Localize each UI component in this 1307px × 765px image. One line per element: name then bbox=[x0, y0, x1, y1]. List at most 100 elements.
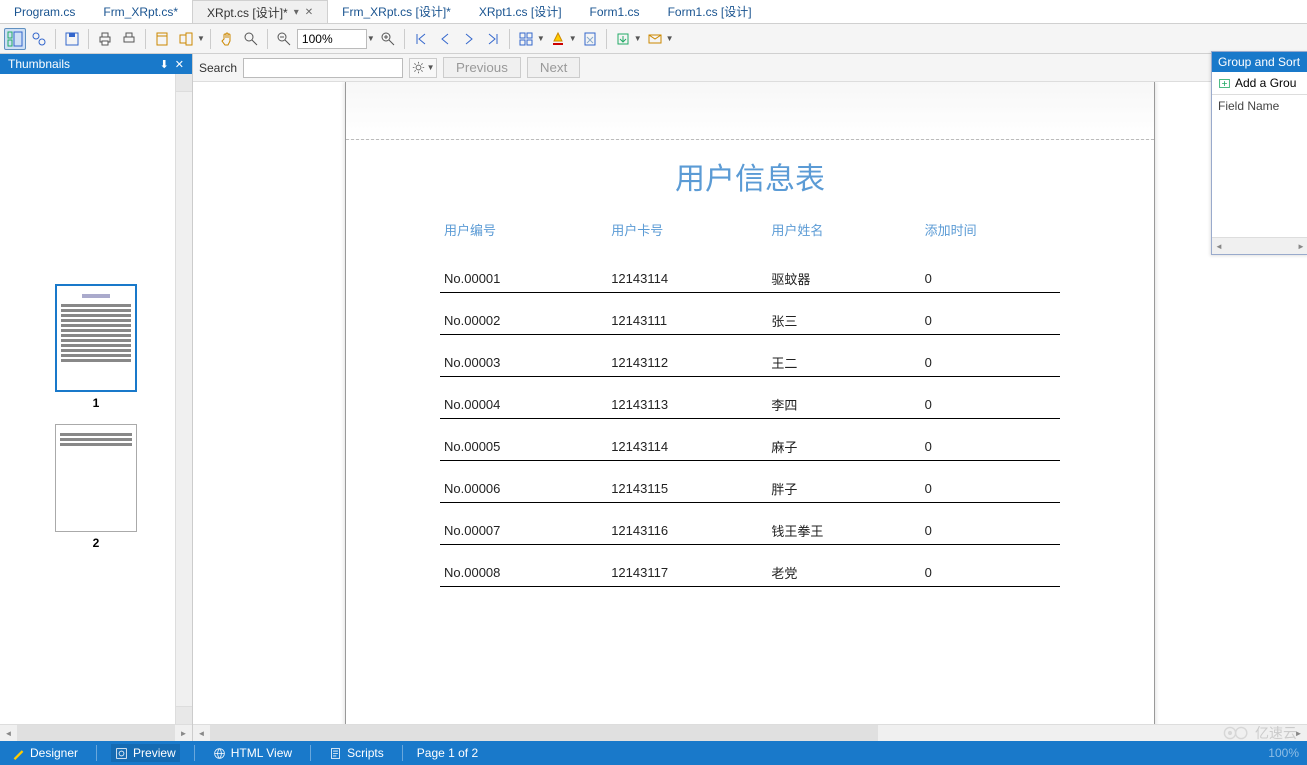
group-sort-hscrollbar[interactable] bbox=[1212, 237, 1307, 254]
table-row: No.0000812143117老党0 bbox=[440, 545, 1060, 587]
thumbnail-label-2: 2 bbox=[0, 536, 192, 550]
first-page-icon[interactable] bbox=[410, 28, 432, 50]
thumbnail-label-1: 1 bbox=[0, 396, 192, 410]
email-dropdown-icon[interactable]: ▼ bbox=[666, 34, 674, 43]
thumbnails-toggle-icon[interactable] bbox=[4, 28, 26, 50]
magnifier-icon[interactable] bbox=[240, 28, 262, 50]
scripts-tab[interactable]: Scripts bbox=[325, 744, 388, 762]
search-settings-button[interactable]: ▼ bbox=[409, 58, 437, 78]
thumbnails-panel: Thumbnails ⬇ ✕ 1 2 bbox=[0, 54, 193, 741]
field-name-cell[interactable]: Field Name bbox=[1212, 94, 1307, 117]
zoom-out-icon[interactable] bbox=[273, 28, 295, 50]
table-cell: 0 bbox=[921, 461, 1060, 503]
preview-icon bbox=[115, 747, 128, 760]
table-cell: 驱蚊器 bbox=[767, 251, 920, 293]
export-icon[interactable] bbox=[612, 28, 634, 50]
thumbnails-scrollbar[interactable] bbox=[175, 74, 192, 724]
table-cell: 胖子 bbox=[767, 461, 920, 503]
main-toolbar: ▼ ▼ ▼ ▼ ▼ ▼ bbox=[0, 24, 1307, 54]
color-dropdown-icon[interactable]: ▼ bbox=[569, 34, 577, 43]
close-panel-icon[interactable]: ✕ bbox=[175, 58, 184, 71]
table-cell: 0 bbox=[921, 251, 1060, 293]
table-row: No.0000512143114麻子0 bbox=[440, 419, 1060, 461]
multipage-icon[interactable] bbox=[515, 28, 537, 50]
html-icon bbox=[213, 747, 226, 760]
tab-frm-xrpt[interactable]: Frm_XRpt.cs* bbox=[89, 0, 192, 23]
col-header: 添加时间 bbox=[921, 208, 1060, 251]
table-row: No.0000112143114驱蚊器0 bbox=[440, 251, 1060, 293]
search-label: Search bbox=[199, 61, 237, 75]
thumbnails-title: Thumbnails bbox=[8, 57, 70, 71]
thumbnails-hscrollbar[interactable] bbox=[0, 724, 192, 741]
tab-xrpt1-design[interactable]: XRpt1.cs [设计] bbox=[465, 0, 576, 23]
search-bar: Search ▼ Previous Next bbox=[193, 54, 1307, 82]
tab-xrpt-design[interactable]: XRpt.cs [设计]* ▾ ✕ bbox=[192, 0, 328, 23]
table-cell: 12143114 bbox=[607, 419, 767, 461]
next-page-icon[interactable] bbox=[458, 28, 480, 50]
preview-tab[interactable]: Preview bbox=[111, 744, 180, 762]
group-sort-panel: Group and Sort Add a Grou Field Name bbox=[1211, 51, 1307, 255]
table-cell: 12143114 bbox=[607, 251, 767, 293]
table-cell: 12143116 bbox=[607, 503, 767, 545]
search-prev-button[interactable]: Previous bbox=[443, 57, 521, 78]
table-cell: No.00004 bbox=[440, 377, 607, 419]
table-cell: 0 bbox=[921, 293, 1060, 335]
quick-print-icon[interactable] bbox=[118, 28, 140, 50]
find-icon[interactable] bbox=[28, 28, 50, 50]
thumbnail-page-2[interactable] bbox=[55, 424, 137, 532]
page-info: Page 1 of 2 bbox=[417, 746, 478, 760]
tab-program[interactable]: Program.cs bbox=[0, 0, 89, 23]
close-icon[interactable]: ✕ bbox=[305, 7, 313, 18]
table-cell: 张三 bbox=[767, 293, 920, 335]
designer-tab[interactable]: Designer bbox=[8, 744, 82, 762]
thumbnails-header: Thumbnails ⬇ ✕ bbox=[0, 54, 192, 74]
scale-icon[interactable] bbox=[175, 28, 197, 50]
hand-tool-icon[interactable] bbox=[216, 28, 238, 50]
table-cell: 12143113 bbox=[607, 377, 767, 419]
add-group-button[interactable]: Add a Grou bbox=[1212, 72, 1307, 94]
pin-icon[interactable]: ▾ bbox=[294, 7, 299, 18]
table-row: No.0000612143115胖子0 bbox=[440, 461, 1060, 503]
print-icon[interactable] bbox=[94, 28, 116, 50]
zoom-dropdown-icon[interactable]: ▼ bbox=[367, 34, 375, 43]
table-cell: 0 bbox=[921, 503, 1060, 545]
page-setup-icon[interactable] bbox=[151, 28, 173, 50]
thumbnail-page-1[interactable] bbox=[55, 284, 137, 392]
color-icon[interactable] bbox=[547, 28, 569, 50]
scale-dropdown-icon[interactable]: ▼ bbox=[197, 34, 205, 43]
table-cell: 12143117 bbox=[607, 545, 767, 587]
tab-frm-xrpt-design[interactable]: Frm_XRpt.cs [设计]* bbox=[328, 0, 465, 23]
designer-icon bbox=[12, 747, 25, 760]
preview-viewport[interactable]: 用户信息表 用户编号 用户卡号 用户姓名 添加时间 No.00001121431… bbox=[193, 82, 1307, 724]
preview-area: Search ▼ Previous Next 用户信息表 用户编号 用户卡号 用… bbox=[193, 54, 1307, 741]
search-next-button[interactable]: Next bbox=[527, 57, 580, 78]
table-cell: 0 bbox=[921, 545, 1060, 587]
table-cell: 麻子 bbox=[767, 419, 920, 461]
tab-form1-design[interactable]: Form1.cs [设计] bbox=[654, 0, 766, 23]
report-page: 用户信息表 用户编号 用户卡号 用户姓名 添加时间 No.00001121431… bbox=[345, 82, 1155, 724]
watermark-icon[interactable] bbox=[579, 28, 601, 50]
pin-icon[interactable]: ⬇ bbox=[160, 58, 169, 71]
email-icon[interactable] bbox=[644, 28, 666, 50]
col-header: 用户姓名 bbox=[767, 208, 920, 251]
table-cell: No.00007 bbox=[440, 503, 607, 545]
tab-form1[interactable]: Form1.cs bbox=[576, 0, 654, 23]
zoom-input[interactable] bbox=[297, 29, 367, 49]
table-row: No.0000412143113李四0 bbox=[440, 377, 1060, 419]
html-view-tab[interactable]: HTML View bbox=[209, 744, 296, 762]
table-cell: No.00003 bbox=[440, 335, 607, 377]
table-cell: 王二 bbox=[767, 335, 920, 377]
preview-hscrollbar[interactable] bbox=[193, 724, 1307, 741]
save-icon[interactable] bbox=[61, 28, 83, 50]
last-page-icon[interactable] bbox=[482, 28, 504, 50]
table-cell: No.00006 bbox=[440, 461, 607, 503]
search-input[interactable] bbox=[243, 58, 403, 78]
table-row: No.0000212143111张三0 bbox=[440, 293, 1060, 335]
col-header: 用户卡号 bbox=[607, 208, 767, 251]
multipage-dropdown-icon[interactable]: ▼ bbox=[537, 34, 545, 43]
prev-page-icon[interactable] bbox=[434, 28, 456, 50]
export-dropdown-icon[interactable]: ▼ bbox=[634, 34, 642, 43]
add-group-icon bbox=[1218, 77, 1231, 90]
zoom-in-icon[interactable] bbox=[377, 28, 399, 50]
table-row: No.0000712143116钱王拳王0 bbox=[440, 503, 1060, 545]
